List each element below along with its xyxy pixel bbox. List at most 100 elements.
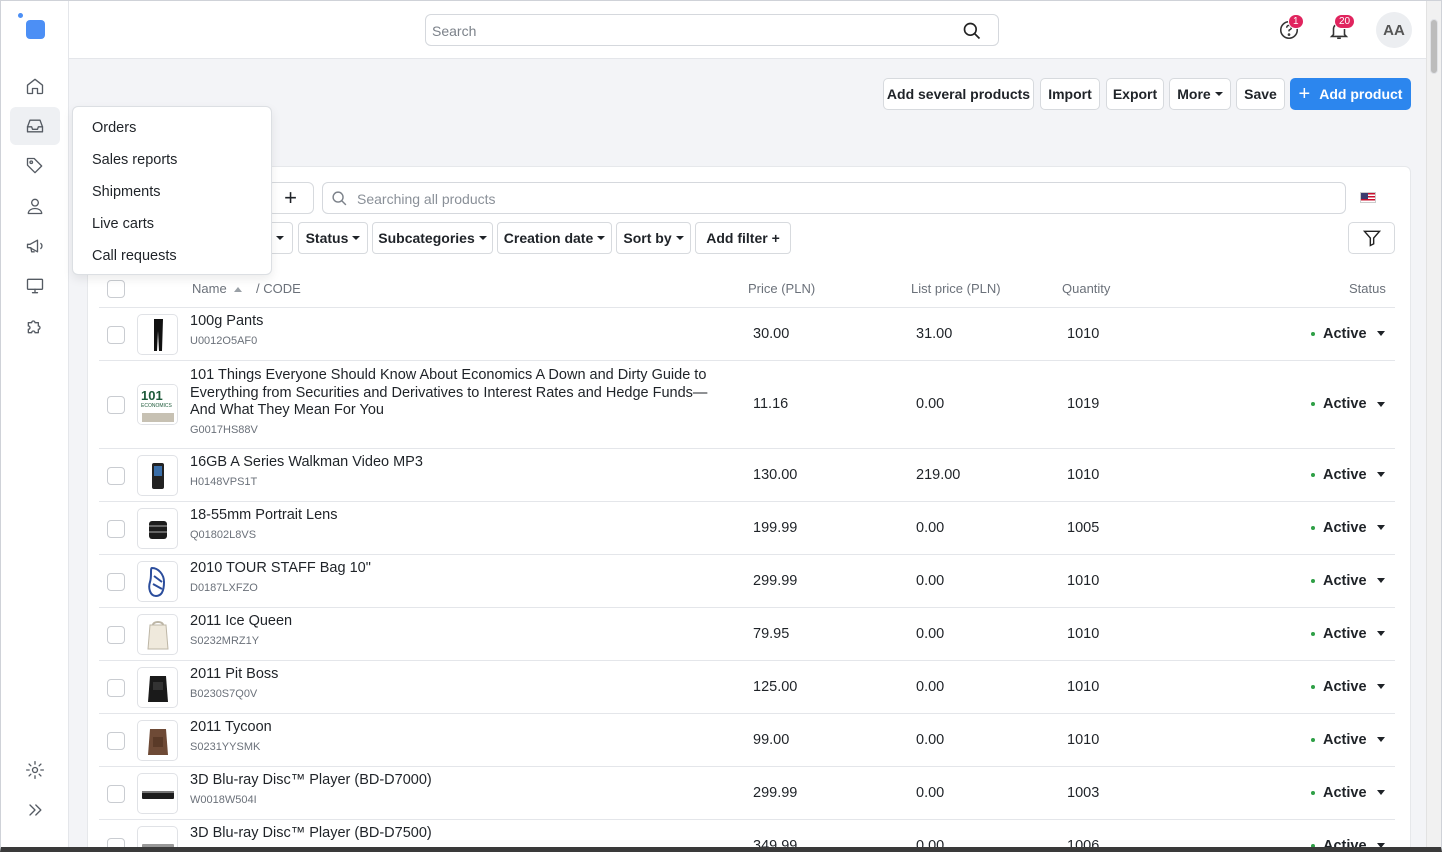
- product-thumbnail[interactable]: [137, 719, 178, 761]
- status-dropdown[interactable]: Active: [1311, 520, 1385, 536]
- status-dropdown[interactable]: Active: [1311, 838, 1385, 847]
- avatar[interactable]: AA: [1376, 12, 1412, 48]
- sort-by-button[interactable]: Sort by: [616, 222, 691, 254]
- orders-inbox-icon[interactable]: [10, 107, 60, 145]
- status-column-header[interactable]: Status: [1349, 281, 1386, 296]
- list-price-cell[interactable]: 0.00: [916, 520, 944, 536]
- product-thumbnail[interactable]: [137, 313, 178, 355]
- megaphone-icon[interactable]: [10, 227, 60, 265]
- row-checkbox[interactable]: [107, 784, 125, 803]
- price-cell[interactable]: 99.00: [753, 732, 789, 748]
- status-dropdown[interactable]: Active: [1311, 467, 1385, 483]
- list-price-cell[interactable]: 0.00: [916, 785, 944, 801]
- status-dropdown[interactable]: Active: [1311, 326, 1385, 342]
- price-column-header[interactable]: Price (PLN): [748, 281, 815, 296]
- product-name[interactable]: 100g Pants: [190, 313, 720, 331]
- gear-icon[interactable]: [10, 751, 60, 789]
- add-tab-button[interactable]: +: [267, 182, 314, 214]
- price-cell[interactable]: 299.99: [753, 785, 797, 801]
- row-checkbox[interactable]: [107, 466, 125, 485]
- row-checkbox[interactable]: [107, 625, 125, 644]
- add-filter-button[interactable]: Add filter +: [695, 222, 791, 254]
- table-row[interactable]: 3D Blu-ray Disc™ Player (BD-D7000) W0018W…: [99, 767, 1395, 820]
- table-row[interactable]: 18-55mm Portrait Lens Q01802L8VS 199.99 0.0…: [99, 502, 1395, 555]
- filter-icon[interactable]: [1348, 222, 1395, 254]
- product-name[interactable]: 3D Blu-ray Disc™ Player (BD-D7000): [190, 772, 720, 790]
- list-price-cell[interactable]: 0.00: [916, 838, 944, 848]
- app-logo[interactable]: [18, 13, 48, 43]
- table-row[interactable]: 101 ECONOMICS 101 Things Everyone Should K…: [99, 361, 1395, 449]
- menu-item-sales-reports[interactable]: Sales reports: [92, 152, 177, 168]
- product-thumbnail[interactable]: [137, 825, 178, 847]
- status-dropdown[interactable]: Active: [1311, 785, 1385, 801]
- horizontal-scrollbar-thumb[interactable]: [206, 846, 331, 847]
- subcategories-filter-button[interactable]: Subcategories: [372, 222, 493, 254]
- export-button[interactable]: Export: [1106, 78, 1164, 110]
- row-checkbox[interactable]: [107, 837, 125, 847]
- tag-icon[interactable]: [10, 147, 60, 185]
- status-filter-button[interactable]: Status: [298, 222, 368, 254]
- table-row[interactable]: 2011 Tycoon S0231YYSMK 99.00 0.00 1010 Active: [99, 714, 1395, 767]
- menu-item-call-requests[interactable]: Call requests: [92, 248, 177, 264]
- save-button[interactable]: Save: [1236, 78, 1285, 110]
- status-dropdown[interactable]: Active: [1311, 679, 1385, 695]
- price-cell[interactable]: 30.00: [753, 326, 789, 342]
- quantity-cell[interactable]: 1010: [1067, 626, 1099, 642]
- price-cell[interactable]: 11.16: [753, 396, 788, 412]
- product-thumbnail[interactable]: [137, 560, 178, 602]
- product-name[interactable]: 2010 TOUR STAFF Bag 10": [190, 560, 720, 578]
- table-row[interactable]: 2011 Pit Boss B0230S7Q0V 125.00 0.00 1010 Act…: [99, 661, 1395, 714]
- puzzle-icon[interactable]: [10, 307, 60, 345]
- add-product-button[interactable]: + Add product: [1290, 78, 1411, 110]
- status-dropdown[interactable]: Active: [1311, 573, 1385, 589]
- product-thumbnail[interactable]: 101 ECONOMICS: [137, 384, 178, 425]
- home-icon[interactable]: [10, 67, 60, 105]
- product-thumbnail[interactable]: [137, 666, 178, 708]
- row-checkbox[interactable]: [107, 731, 125, 750]
- product-name[interactable]: 16GB A Series Walkman Video MP3: [190, 454, 720, 472]
- import-button[interactable]: Import: [1040, 78, 1100, 110]
- add-several-products-button[interactable]: Add several products: [883, 78, 1034, 110]
- price-cell[interactable]: 130.00: [753, 467, 797, 483]
- table-row[interactable]: 16GB A Series Walkman Video MP3 H0148VPS1…: [99, 449, 1395, 502]
- list-price-cell[interactable]: 0.00: [916, 626, 944, 642]
- list-price-cell[interactable]: 219.00: [916, 467, 960, 483]
- product-thumbnail[interactable]: [137, 613, 178, 655]
- price-cell[interactable]: 349.99: [753, 838, 797, 848]
- row-checkbox[interactable]: [107, 519, 125, 538]
- row-checkbox[interactable]: [107, 396, 125, 414]
- quantity-cell[interactable]: 1010: [1067, 573, 1099, 589]
- table-row[interactable]: 100g Pants U0012O5AF0 30.00 31.00 1010 Active: [99, 308, 1395, 361]
- menu-item-orders[interactable]: Orders: [92, 120, 136, 136]
- us-flag-icon[interactable]: [1360, 192, 1376, 203]
- help-icon[interactable]: 1: [1278, 14, 1304, 41]
- product-thumbnail[interactable]: [137, 507, 178, 549]
- product-name[interactable]: 2011 Ice Queen: [190, 613, 720, 631]
- list-price-cell[interactable]: 0.00: [916, 396, 944, 412]
- product-search-input[interactable]: Searching all products: [322, 182, 1346, 214]
- status-dropdown[interactable]: Active: [1311, 732, 1385, 748]
- menu-item-shipments[interactable]: Shipments: [92, 184, 161, 200]
- quantity-column-header[interactable]: Quantity: [1062, 281, 1110, 296]
- list-price-cell[interactable]: 0.00: [916, 732, 944, 748]
- quantity-cell[interactable]: 1019: [1067, 396, 1099, 412]
- product-name[interactable]: 2011 Tycoon: [190, 719, 720, 737]
- product-thumbnail[interactable]: [137, 772, 178, 814]
- list-price-cell[interactable]: 0.00: [916, 573, 944, 589]
- quantity-cell[interactable]: 1010: [1067, 732, 1099, 748]
- status-dropdown[interactable]: Active: [1311, 626, 1385, 642]
- price-cell[interactable]: 79.95: [753, 626, 789, 642]
- bell-icon[interactable]: 20: [1328, 14, 1356, 41]
- quantity-cell[interactable]: 1010: [1067, 326, 1099, 342]
- creation-date-filter-button[interactable]: Creation date: [497, 222, 612, 254]
- quantity-cell[interactable]: 1006: [1067, 838, 1099, 848]
- table-row[interactable]: 3D Blu-ray Disc™ Player (BD-D7500) 349.99…: [99, 820, 1395, 848]
- quantity-cell[interactable]: 1005: [1067, 520, 1099, 536]
- status-dropdown[interactable]: Active: [1311, 396, 1385, 412]
- table-row[interactable]: 2010 TOUR STAFF Bag 10" D0187LXFZO 299.99 0…: [99, 555, 1395, 608]
- price-cell[interactable]: 199.99: [753, 520, 797, 536]
- expand-sidebar-icon[interactable]: [10, 791, 60, 829]
- row-checkbox[interactable]: [107, 678, 125, 697]
- scrollbar-thumb[interactable]: [1430, 19, 1438, 74]
- name-column-header[interactable]: Name: [192, 281, 243, 296]
